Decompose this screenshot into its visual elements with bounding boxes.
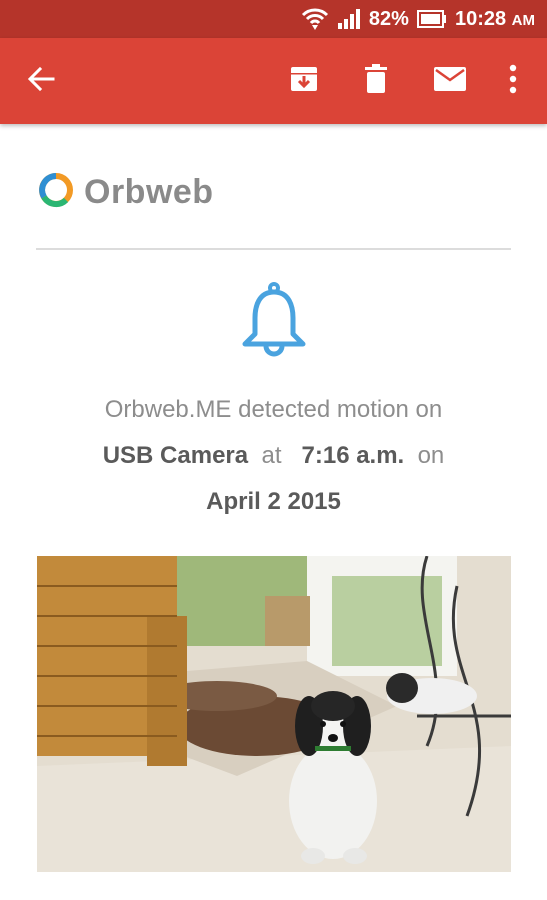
delete-icon (363, 63, 389, 99)
back-button[interactable] (18, 58, 64, 104)
orbweb-logo-icon (36, 170, 76, 215)
status-bar: 82% 10:28 AM (0, 0, 547, 38)
battery-icon (416, 10, 447, 28)
detection-time: 7:16 a.m. (301, 442, 405, 469)
camera-name: USB Camera (102, 442, 249, 469)
bell-icon (239, 282, 309, 358)
mark-unread-icon (433, 66, 467, 97)
more-options-button[interactable] (490, 58, 536, 104)
back-arrow-icon (26, 64, 56, 99)
delete-button[interactable] (353, 58, 399, 104)
more-options-icon (508, 64, 518, 99)
email-body: Orbweb Orbweb.ME detected motion on USB … (0, 124, 547, 900)
brand-name: Orbweb (84, 172, 214, 211)
orbweb-logo: Orbweb (36, 172, 214, 212)
status-icons: 82% 10:28 AM (301, 0, 535, 38)
at-word: at (261, 442, 282, 469)
motion-details: USB Camera at 7:16 a.m. on (0, 442, 547, 470)
mark-unread-button[interactable] (427, 58, 473, 104)
on-word: on (417, 442, 445, 469)
signal-icon (337, 8, 361, 30)
wifi-icon (301, 7, 329, 31)
divider (36, 248, 511, 250)
clock-time: 10:28 (454, 7, 507, 30)
clock: 10:28 AM (455, 8, 535, 31)
battery-percent: 82% (368, 7, 409, 30)
detection-date: April 2 2015 (206, 488, 341, 515)
archive-button[interactable] (281, 58, 327, 104)
motion-snapshot-image[interactable] (37, 556, 511, 872)
archive-icon (289, 64, 319, 99)
app-bar (0, 38, 547, 124)
motion-message: Orbweb.ME detected motion on (104, 396, 443, 423)
clock-ampm: AM (511, 11, 535, 29)
